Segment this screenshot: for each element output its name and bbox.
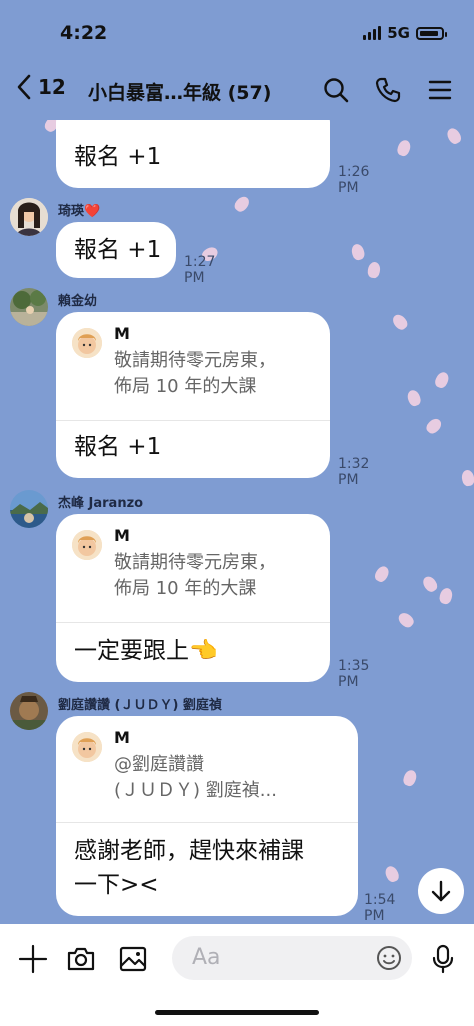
chat-title[interactable]: 小白暴富…年級 (57) [88, 78, 271, 105]
message-text: 感謝老師，趕快來補課 一下>< [74, 838, 304, 898]
reply-sender: M [114, 728, 130, 747]
message-time: 1:26 PM [338, 164, 370, 196]
sender-name: 杰峰 Jaranzo [58, 496, 144, 511]
camera-icon[interactable] [66, 944, 96, 974]
phone-icon[interactable] [374, 76, 402, 104]
microphone-icon[interactable] [428, 944, 458, 974]
chat-header: 12 小白暴富…年級 (57) [0, 66, 474, 114]
scroll-down-button[interactable] [418, 868, 464, 914]
battery-icon [416, 26, 447, 40]
reply-sender: M [114, 526, 130, 545]
message-time: 1:54 PM [364, 892, 396, 924]
message-bubble[interactable]: 報名 +1 [56, 222, 176, 278]
network-type: 5G [387, 24, 410, 42]
reply-preview[interactable]: M 敬請期待零元房東， 佈局 10 年的大課 [56, 312, 330, 421]
message-text: 報名 +1 [74, 434, 162, 460]
message-time: 1:27 PM [184, 254, 216, 286]
message-input-container[interactable] [172, 936, 412, 980]
plus-icon[interactable] [18, 944, 48, 974]
message-text: 報名 +1 [74, 144, 162, 170]
reply-preview[interactable]: M 敬請期待零元房東， 佈局 10 年的大課 [56, 514, 330, 623]
scroll-down-icon [431, 880, 451, 902]
reply-avatar [72, 328, 102, 358]
emoji-icon[interactable] [376, 945, 402, 971]
message-text: 一定要跟上👈 [74, 638, 218, 664]
status-time: 4:22 [60, 22, 108, 44]
image-icon[interactable] [118, 944, 148, 974]
message-bubble[interactable]: M 敬請期待零元房東， 佈局 10 年的大課 報名 +1 [56, 312, 330, 478]
reply-avatar [72, 530, 102, 560]
back-button[interactable]: 12 [16, 74, 66, 100]
bottom-bar [0, 924, 474, 1026]
menu-icon[interactable] [426, 76, 454, 104]
reply-preview[interactable]: M @劉庭讚讚 (ＪＵＤＹ) 劉庭禎... [56, 716, 358, 823]
sender-name: 琦瑛❤️ [58, 204, 101, 219]
signal-icon [363, 26, 382, 40]
search-icon[interactable] [322, 76, 350, 104]
avatar[interactable] [10, 692, 48, 730]
reply-sender: M [114, 324, 130, 343]
message-bubble[interactable]: M @劉庭讚讚 (ＪＵＤＹ) 劉庭禎... 感謝老師，趕快來補課 一下>< [56, 716, 358, 916]
avatar[interactable] [10, 288, 48, 326]
avatar[interactable] [10, 198, 48, 236]
reply-text: 敬請期待零元房東， 佈局 10 年的大課 [114, 552, 276, 599]
back-icon [17, 74, 31, 100]
home-indicator [155, 1010, 319, 1015]
sender-name: 賴金幼 [58, 294, 98, 309]
sender-name: 劉庭讚讚 (ＪＵＤＹ) 劉庭禎 [58, 698, 222, 713]
message-time: 1:35 PM [338, 658, 370, 690]
status-indicators: 5G [363, 24, 447, 42]
reply-avatar [72, 732, 102, 762]
reply-text: 敬請期待零元房東， 佈局 10 年的大課 [114, 350, 276, 397]
unread-count: 12 [38, 75, 66, 99]
message-text: 報名 +1 [74, 237, 162, 263]
reply-text: @劉庭讚讚 (ＪＵＤＹ) 劉庭禎... [114, 754, 277, 801]
avatar[interactable] [10, 490, 48, 528]
top-bar: 4:22 5G 12 小白暴富…年級 (57) [0, 0, 474, 120]
message-bubble[interactable]: M 敬請期待零元房東， 佈局 10 年的大課 一定要跟上👈 [56, 514, 330, 682]
message-input[interactable] [190, 944, 374, 971]
message-time: 1:32 PM [338, 456, 370, 488]
